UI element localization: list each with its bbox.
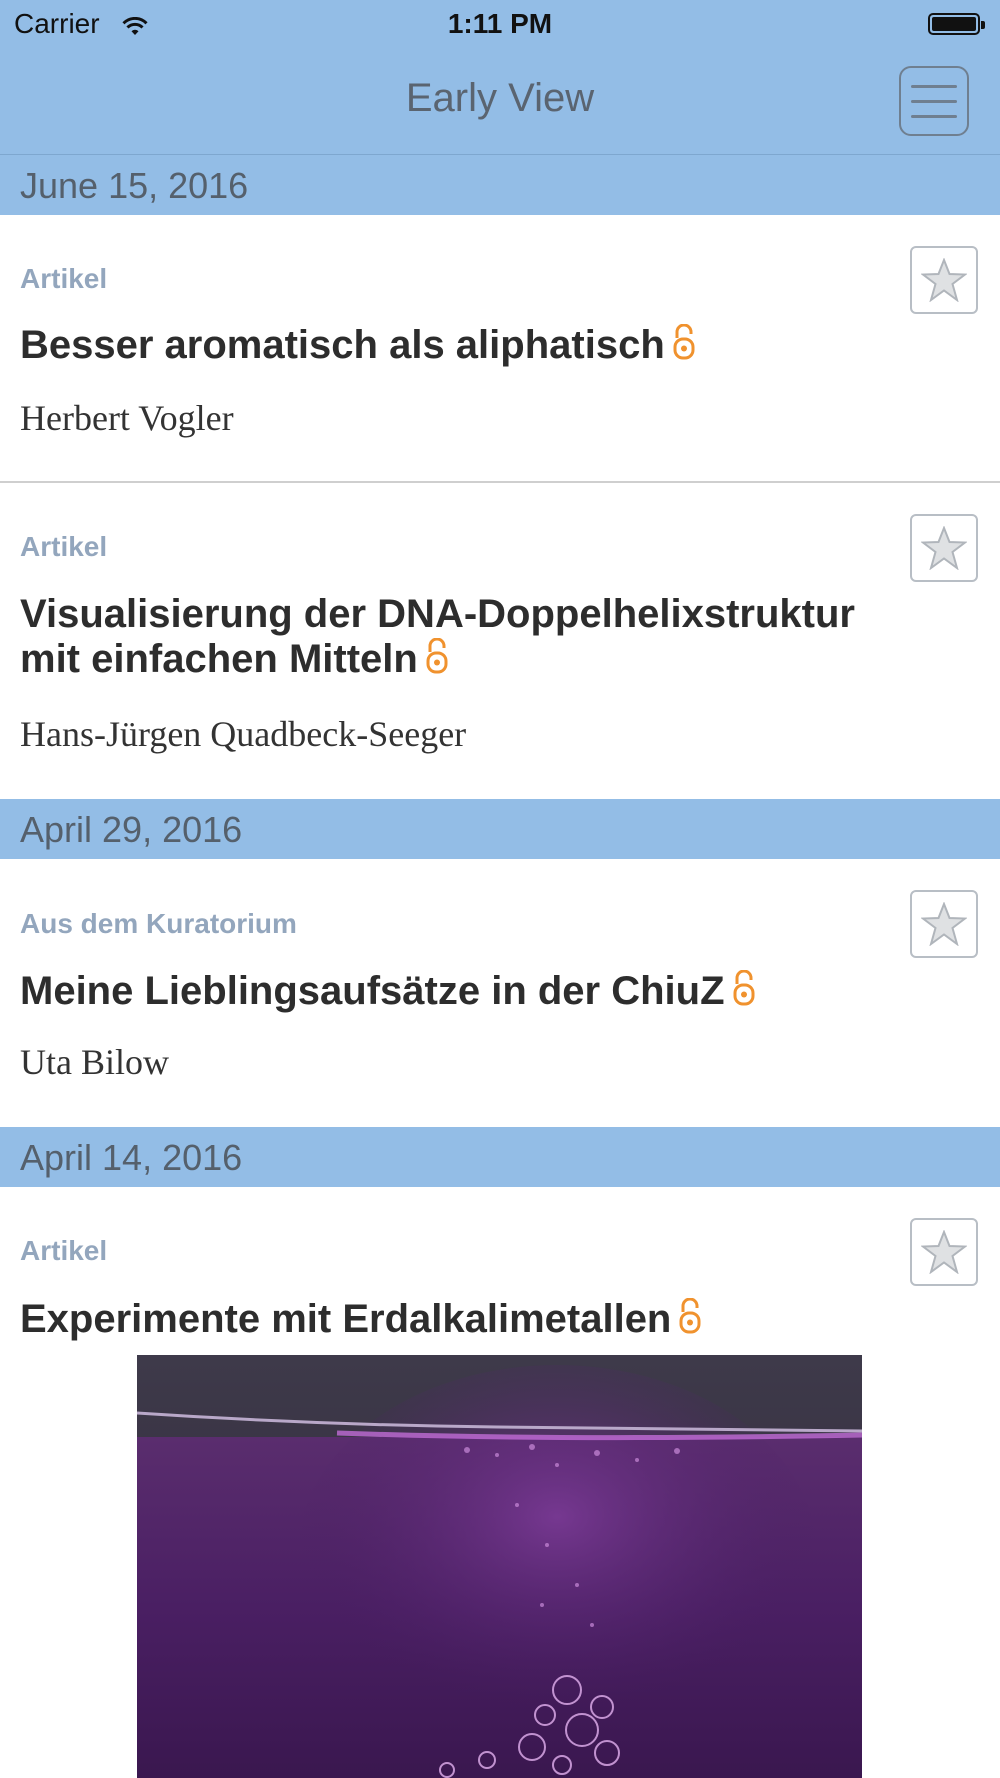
- favorite-button[interactable]: [910, 246, 978, 314]
- date-header: June 15, 2016: [0, 155, 1000, 215]
- open-lock-icon: [673, 323, 695, 370]
- article-image[interactable]: [137, 1355, 862, 1778]
- star-icon: [921, 1230, 967, 1274]
- article-category: Aus dem Kuratorium: [20, 908, 297, 939]
- article-category: Artikel: [20, 1235, 108, 1266]
- star-icon: [921, 902, 967, 946]
- open-lock-icon: [733, 969, 755, 1016]
- article-author: Uta Bilow: [20, 1042, 169, 1082]
- article-author: Hans-Jürgen Quadbeck-Seeger: [20, 714, 467, 754]
- favorite-button[interactable]: [910, 1218, 978, 1286]
- article-category: Artikel: [20, 531, 108, 562]
- clock: 1:11 PM: [447, 8, 553, 39]
- article-title: Besser aromatisch als aliphatisch: [20, 323, 920, 370]
- article-item[interactable]: Artikel Besser aromatisch als aliphatisc…: [0, 215, 1000, 481]
- article-title: Visualisierung der DNA-Doppelhelixstrukt…: [20, 592, 920, 684]
- article-item[interactable]: Artikel Visualisierung der DNA-Doppelhel…: [0, 483, 1000, 797]
- date-header: April 14, 2016: [0, 1127, 1000, 1187]
- article-title: Experimente mit Erdalkalimetallen: [20, 1297, 920, 1344]
- favorite-button[interactable]: [910, 514, 978, 582]
- article-category: Artikel: [20, 263, 108, 294]
- date-header: April 29, 2016: [0, 799, 1000, 859]
- star-icon: [921, 258, 967, 302]
- status-bar: Carrier 1:11 PM: [0, 0, 1000, 50]
- article-author: Herbert Vogler: [20, 398, 234, 438]
- battery-icon: [928, 13, 985, 35]
- favorite-button[interactable]: [910, 890, 978, 958]
- article-title: Meine Lieblingsaufsätze in der ChiuZ: [20, 969, 920, 1016]
- page-title: Early View: [405, 76, 595, 120]
- article-item[interactable]: Aus dem Kuratorium Meine Lieblingsaufsät…: [0, 859, 1000, 1125]
- open-lock-icon: [679, 1297, 701, 1344]
- navigation-bar: Carrier 1:11 PM Early View: [0, 0, 1000, 155]
- star-icon: [921, 526, 967, 570]
- open-lock-icon: [426, 637, 448, 684]
- hamburger-menu-icon[interactable]: [899, 66, 969, 136]
